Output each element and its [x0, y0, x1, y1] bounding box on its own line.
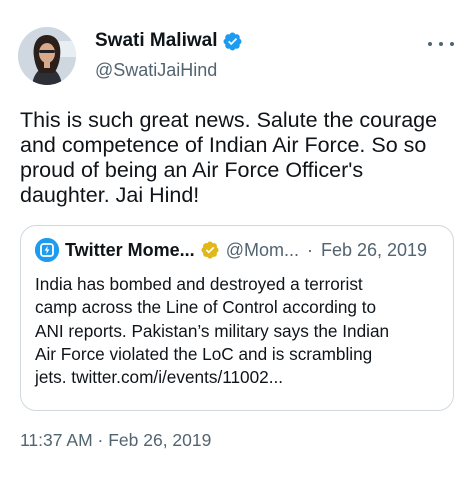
verified-badge-icon — [222, 31, 243, 52]
more-horizontal-icon-dot — [450, 42, 454, 46]
author-avatar[interactable] — [18, 27, 76, 85]
more-options-button[interactable] — [428, 34, 454, 54]
gold-verified-badge-icon — [200, 240, 220, 260]
author-handle[interactable]: @SwatiJaiHind — [95, 60, 217, 81]
quoted-display-name[interactable]: Twitter Mome... — [65, 240, 195, 261]
quoted-tweet-text: India has bombed and destroyed a terrori… — [35, 274, 390, 388]
quoted-tweet-card[interactable]: Twitter Mome... @Mom... · Feb 26, 2019 I… — [20, 225, 454, 411]
twitter-moments-avatar[interactable] — [35, 238, 59, 262]
avatar-photo — [18, 27, 76, 85]
header-separator: · — [306, 239, 313, 260]
author-name-row: Swati Maliwal — [95, 30, 243, 52]
tweet-text: This is such great news. Salute the cour… — [20, 108, 438, 207]
timestamp-separator: · — [97, 430, 104, 450]
tweet-time: 11:37 AM — [20, 430, 93, 450]
quoted-tweet-header: Twitter Mome... @Mom... · Feb 26, 2019 — [35, 238, 427, 262]
tweet: Swati Maliwal @SwatiJaiHind This is such… — [0, 0, 474, 477]
more-horizontal-icon-dot — [439, 42, 443, 46]
tweet-timestamp[interactable]: 11:37 AM · Feb 26, 2019 — [20, 430, 211, 451]
quoted-handle[interactable]: @Mom... — [226, 240, 299, 261]
lightning-icon — [35, 238, 59, 262]
more-horizontal-icon-dot — [428, 42, 432, 46]
author-display-name[interactable]: Swati Maliwal — [95, 30, 217, 52]
tweet-date: Feb 26, 2019 — [108, 430, 212, 450]
quoted-date[interactable]: Feb 26, 2019 — [321, 240, 427, 261]
